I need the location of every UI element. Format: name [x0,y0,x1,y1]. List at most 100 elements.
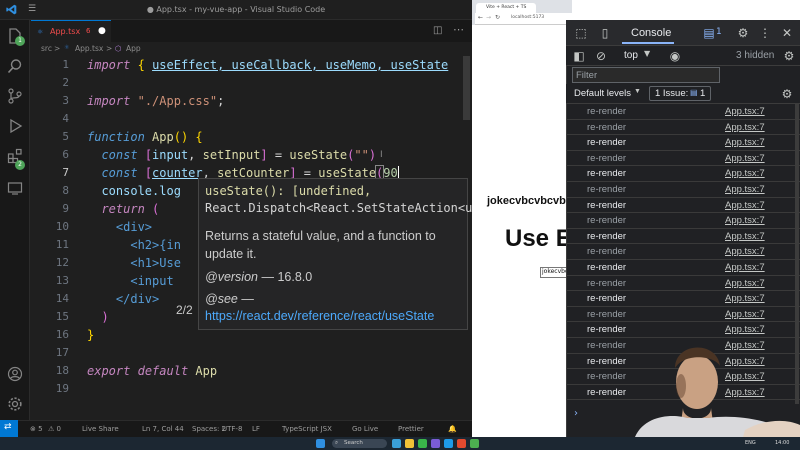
status-eol[interactable]: LF [252,425,260,433]
log-message: re-render [587,215,627,227]
hidden-messages-count: 3 hidden [736,50,775,61]
log-source-link[interactable]: App.tsx:7 [725,293,765,304]
breadcrumb-file[interactable]: App.tsx [75,44,103,53]
taskbar-vscode-icon[interactable] [444,439,453,448]
signature-overload-count[interactable]: 2/2 [176,303,193,317]
log-source-link[interactable]: App.tsx:7 [725,262,765,273]
line-number: 13 [55,274,69,287]
tab-label: App.tsx [50,27,81,36]
back-arrow-icon[interactable]: ← [478,14,483,21]
source-control-icon[interactable] [7,88,23,104]
log-source-link[interactable]: App.tsx:7 [725,200,765,211]
account-icon[interactable] [7,366,23,382]
code-line-8: console.log [101,184,181,198]
tab-app-tsx[interactable]: ⚛ App.tsx 6 ● [31,20,111,42]
log-source-link[interactable]: App.tsx:7 [725,122,765,133]
log-message: re-render [587,308,627,320]
start-menu-icon[interactable] [316,439,325,448]
issue-icon: ▤ [690,88,698,97]
default-levels-dropdown[interactable]: Default levels [574,88,631,99]
log-source-link[interactable]: App.tsx:7 [725,153,765,164]
remote-indicator-icon[interactable]: ⇄ [0,420,18,437]
line-number: 19 [55,382,69,395]
taskbar-folder-icon[interactable] [405,439,414,448]
status-cursor-position[interactable]: Ln 7, Col 44 [142,425,184,433]
console-log-row: re-render App.tsx:7 [566,135,800,151]
unsaved-dot-icon[interactable]: ● [98,26,106,36]
console-log-row: re-render App.tsx:7 [566,166,800,182]
taskbar-app-icon[interactable] [418,439,427,448]
more-actions-icon[interactable]: ⋯ [453,23,464,36]
log-message: re-render [587,121,627,133]
log-source-link[interactable]: App.tsx:7 [725,309,765,320]
log-source-link[interactable]: App.tsx:7 [725,184,765,195]
console-filter-input[interactable]: Filter [572,67,720,83]
remote-explorer-icon[interactable] [7,180,23,196]
taskbar-search[interactable]: ⌕ Search [332,439,387,448]
levels-caret-icon[interactable]: ▼ [634,88,641,95]
search-icon[interactable] [7,58,23,74]
issues-button[interactable]: 1 Issue: ▤ 1 [649,86,711,101]
hover-docs-link[interactable]: https://react.dev/reference/react/useSta… [205,307,434,325]
console-settings-gear-icon[interactable]: ⚙ [782,49,796,63]
browser-tab[interactable]: Vite + React + TS [476,3,536,13]
log-source-link[interactable]: App.tsx:7 [725,137,765,148]
status-errors[interactable]: ⊗ 5 [30,425,43,433]
taskbar-app-icon[interactable] [392,439,401,448]
tab-problem-count: 6 [86,27,91,35]
tab-console[interactable]: Console [622,22,674,44]
breadcrumb-symbol[interactable]: App [126,44,141,53]
status-go-live[interactable]: Go Live [352,425,378,433]
tray-language[interactable]: ENG [745,440,756,446]
status-live-share[interactable]: Live Share [82,425,119,433]
line-number: 10 [55,220,69,233]
console-sidebar-settings-icon[interactable]: ⚙ [780,87,794,101]
breadcrumb-folder[interactable]: src [41,44,52,53]
device-toolbar-icon[interactable]: ▯ [598,26,612,40]
code-line-15: ) [101,310,109,324]
log-source-link[interactable]: App.tsx:7 [725,106,765,117]
devtools-close-icon[interactable]: ✕ [780,26,794,40]
log-source-link[interactable]: App.tsx:7 [725,246,765,257]
log-message: re-render [587,262,627,273]
issues-icon[interactable]: ▤ [702,26,716,40]
line-number: 5 [62,130,69,143]
dropdown-caret-icon[interactable]: ▼ [644,49,650,58]
devtools-more-icon[interactable]: ⋮ [758,26,772,40]
inspect-element-icon[interactable]: ⬚ [574,26,588,40]
status-prettier[interactable]: Prettier [398,425,424,433]
line-number: 2 [62,76,69,89]
log-source-link[interactable]: App.tsx:7 [725,278,765,289]
status-language[interactable]: TypeScript JSX [282,425,332,433]
url-text[interactable]: localhost:5173 [511,15,544,20]
forward-arrow-icon[interactable]: → [486,14,491,21]
taskbar-app-icon[interactable] [457,439,466,448]
console-log-row: re-render App.tsx:7 [566,120,800,136]
notifications-bell-icon[interactable]: 🔔 [448,425,457,433]
clear-console-icon[interactable]: ⊘ [594,49,608,63]
taskbar-chrome-icon[interactable] [470,439,479,448]
taskbar-app-icon[interactable] [431,439,440,448]
tray-clock[interactable]: 14:00 [775,440,789,446]
code-line-13: <input [130,274,174,288]
log-source-link[interactable]: App.tsx:7 [725,215,765,226]
editor-scrollbar[interactable] [463,56,470,120]
settings-gear-icon[interactable] [7,396,23,412]
person-webcam-image [635,347,800,437]
split-editor-icon[interactable]: ◫ [433,25,442,36]
log-source-link[interactable]: App.tsx:7 [725,231,765,242]
code-line-14: </div> [115,292,160,306]
status-encoding[interactable]: UTF-8 [222,425,242,433]
console-prompt[interactable]: › [574,408,578,419]
reload-icon[interactable]: ↻ [495,14,500,21]
sidebar-toggle-icon[interactable]: ◧ [572,49,586,63]
run-debug-icon[interactable] [7,118,23,134]
status-warnings[interactable]: ⚠ 0 [48,425,61,433]
log-source-link[interactable]: App.tsx:7 [725,168,765,179]
address-bar[interactable]: ← → ↻ localhost:5173 [475,13,572,25]
status-indentation[interactable]: Spaces: 2 [192,425,226,433]
live-expression-eye-icon[interactable]: ◉ [668,49,682,63]
devtools-settings-gear-icon[interactable]: ⚙ [736,26,750,40]
log-message: re-render [587,137,627,149]
context-selector[interactable]: top [624,50,638,61]
